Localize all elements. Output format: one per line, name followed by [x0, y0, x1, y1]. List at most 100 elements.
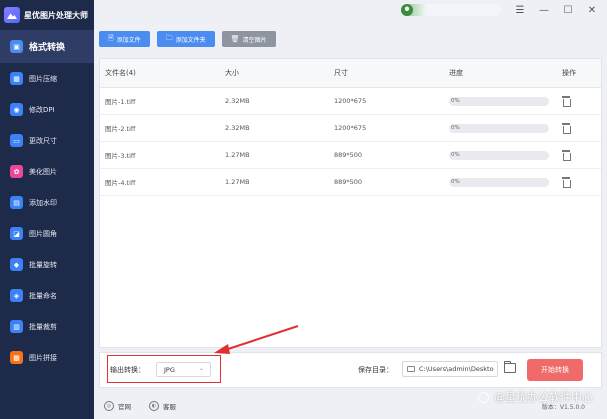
clear-images-label: 清空图片	[242, 36, 267, 44]
sidebar-item-7[interactable]: ◪ 图片圆角	[0, 218, 94, 249]
delete-icon[interactable]	[562, 123, 571, 134]
sidebar-item-1[interactable]: ▣ 格式转换	[0, 30, 94, 63]
sidebar-item-label: 图片压缩	[29, 74, 57, 83]
watermark-text: @星优办公软件中心	[494, 391, 593, 404]
watermark-icon: ▤	[10, 196, 23, 209]
delete-icon[interactable]	[562, 96, 571, 107]
resize-icon: ▭	[10, 134, 23, 147]
cell-size: 2.32MB	[225, 97, 250, 105]
sidebar-item-label: 图片圆角	[29, 229, 57, 238]
image-convert-icon: ▣	[10, 40, 23, 53]
close-icon[interactable]: ✕	[587, 5, 597, 16]
sidebar-item-8[interactable]: ◆ 批量旋转	[0, 249, 94, 280]
table-header: 文件名(4) 大小 尺寸 进度 操作	[100, 59, 601, 88]
sidebar: 星优图片处理大师 ▣ 格式转换 ▦ 图片压缩 ◉ 修改DPI ▭ 更改尺寸 ✿ 美化图片 ▤ 添加水印…	[0, 0, 94, 419]
add-file-button[interactable]: 🗎 添加文件	[99, 31, 150, 47]
maximize-icon[interactable]: ☐	[563, 5, 573, 16]
delete-icon[interactable]	[562, 177, 571, 188]
brand: 星优图片处理大师	[0, 0, 94, 30]
delete-icon[interactable]	[562, 150, 571, 161]
sidebar-item-label: 图片拼接	[29, 353, 57, 362]
add-file-label: 添加文件	[116, 36, 141, 44]
official-site-link[interactable]: ◎ 官网	[104, 401, 131, 411]
sidebar-item-label: 修改DPI	[29, 105, 55, 114]
settings-icon[interactable]: ☰	[515, 5, 525, 16]
sidebar-item-label: 批量旋转	[29, 260, 57, 269]
dpi-icon: ◉	[10, 103, 23, 116]
cell-name: 图片-1.tiff	[105, 98, 136, 106]
official-site-label: 官网	[118, 403, 131, 411]
sidebar-item-label: 格式转换	[29, 43, 66, 53]
sidebar-item-label: 更改尺寸	[29, 136, 57, 145]
sidebar-item-11[interactable]: ▩ 图片拼接	[0, 342, 94, 373]
sidebar-nav: ▣ 格式转换 ▦ 图片压缩 ◉ 修改DPI ▭ 更改尺寸 ✿ 美化图片 ▤ 添加水印 ◪ 图片圆角 ◆ 批量旋…	[0, 30, 94, 373]
main-area: ☰ — ☐ ✕ 🗎 添加文件 🗀 添加文件夹 🗑 清空图片 文件名(4) 大小 尺寸 …	[94, 0, 607, 419]
progress-bar: 0%	[449, 124, 549, 133]
sidebar-item-5[interactable]: ✿ 美化图片	[0, 156, 94, 187]
watermark: @星优办公软件中心	[478, 389, 593, 405]
save-dir-input[interactable]: C:\Users\admin\Deskto	[402, 361, 498, 377]
progress-bar: 0%	[449, 151, 549, 160]
customer-service-link[interactable]: ◐ 客服	[149, 401, 176, 411]
app-title: 星优图片处理大师	[24, 10, 88, 20]
clear-images-button[interactable]: 🗑 清空图片	[221, 31, 276, 47]
headset-icon: ◐	[149, 401, 159, 411]
table-row: 图片-2.tiff 2.32MB 1200*675 0%	[100, 115, 601, 142]
sidebar-item-label: 美化图片	[29, 167, 57, 176]
output-settings-bar: 输出转换： JPG ⌄ 保存目录： C:\Users\admin\Deskto …	[99, 352, 602, 388]
compress-icon: ▦	[10, 72, 23, 85]
header-action: 操作	[562, 69, 576, 77]
save-dir-label: 保存目录：	[358, 366, 393, 374]
cell-dimensions: 1200*675	[334, 97, 367, 105]
header-name: 文件名(4)	[105, 69, 136, 77]
customer-service-label: 客服	[163, 403, 176, 411]
toolbar: 🗎 添加文件 🗀 添加文件夹 🗑 清空图片	[99, 31, 276, 47]
user-avatar-icon	[401, 4, 413, 16]
output-format-select[interactable]: JPG ⌄	[156, 362, 211, 377]
cell-dimensions: 1200*675	[334, 124, 367, 132]
sidebar-item-9[interactable]: ◈ 批量命名	[0, 280, 94, 311]
watermark-logo-icon	[478, 391, 489, 403]
globe-icon: ◎	[104, 401, 114, 411]
cell-dimensions: 889*500	[334, 151, 363, 159]
progress-text: 0%	[451, 98, 460, 104]
crop-icon: ▥	[10, 320, 23, 333]
progress-text: 0%	[451, 152, 460, 158]
minimize-icon[interactable]: —	[539, 5, 549, 16]
file-table: 文件名(4) 大小 尺寸 进度 操作 图片-1.tiff 2.32MB 1200*6…	[99, 58, 602, 348]
cell-size: 2.32MB	[225, 124, 250, 132]
open-folder-icon[interactable]	[504, 361, 516, 373]
cell-size: 1.27MB	[225, 178, 250, 186]
progress-text: 0%	[451, 179, 460, 185]
progress-text: 0%	[451, 125, 460, 131]
header-size: 大小	[225, 69, 239, 77]
file-add-icon: 🗎	[108, 33, 114, 42]
sidebar-item-label: 批量命名	[29, 291, 57, 300]
sidebar-item-4[interactable]: ▭ 更改尺寸	[0, 125, 94, 156]
add-folder-button[interactable]: 🗀 添加文件夹	[156, 31, 215, 47]
sidebar-item-label: 批量裁剪	[29, 322, 57, 331]
beautify-icon: ✿	[10, 165, 23, 178]
sidebar-item-6[interactable]: ▤ 添加水印	[0, 187, 94, 218]
window-controls: ☰ — ☐ ✕	[401, 4, 597, 16]
user-account[interactable]	[401, 4, 501, 16]
footer-links: ◎ 官网 ◐ 客服	[104, 401, 176, 411]
cell-dimensions: 889*500	[334, 178, 363, 186]
sidebar-item-10[interactable]: ▥ 批量裁剪	[0, 311, 94, 342]
save-dir-path: C:\Users\admin\Deskto	[419, 365, 494, 373]
sidebar-item-3[interactable]: ◉ 修改DPI	[0, 94, 94, 125]
sidebar-item-2[interactable]: ▦ 图片压缩	[0, 63, 94, 94]
round-corner-icon: ◪	[10, 227, 23, 240]
folder-small-icon	[407, 366, 415, 372]
header-dimensions: 尺寸	[334, 69, 348, 77]
chevron-down-icon: ⌄	[198, 365, 204, 372]
app-logo-icon	[4, 7, 20, 23]
cell-name: 图片-2.tiff	[105, 125, 136, 133]
output-format-value: JPG	[164, 365, 175, 374]
rename-icon: ◈	[10, 289, 23, 302]
app-window: 星优图片处理大师 ▣ 格式转换 ▦ 图片压缩 ◉ 修改DPI ▭ 更改尺寸 ✿ 美化图片 ▤ 添加水印…	[0, 0, 607, 419]
progress-bar: 0%	[449, 97, 549, 106]
start-convert-button[interactable]: 开始转换	[527, 359, 583, 381]
cell-name: 图片-3.tiff	[105, 152, 136, 160]
table-body: 图片-1.tiff 2.32MB 1200*675 0% 图片-2.tiff 2.32MB…	[100, 88, 601, 196]
